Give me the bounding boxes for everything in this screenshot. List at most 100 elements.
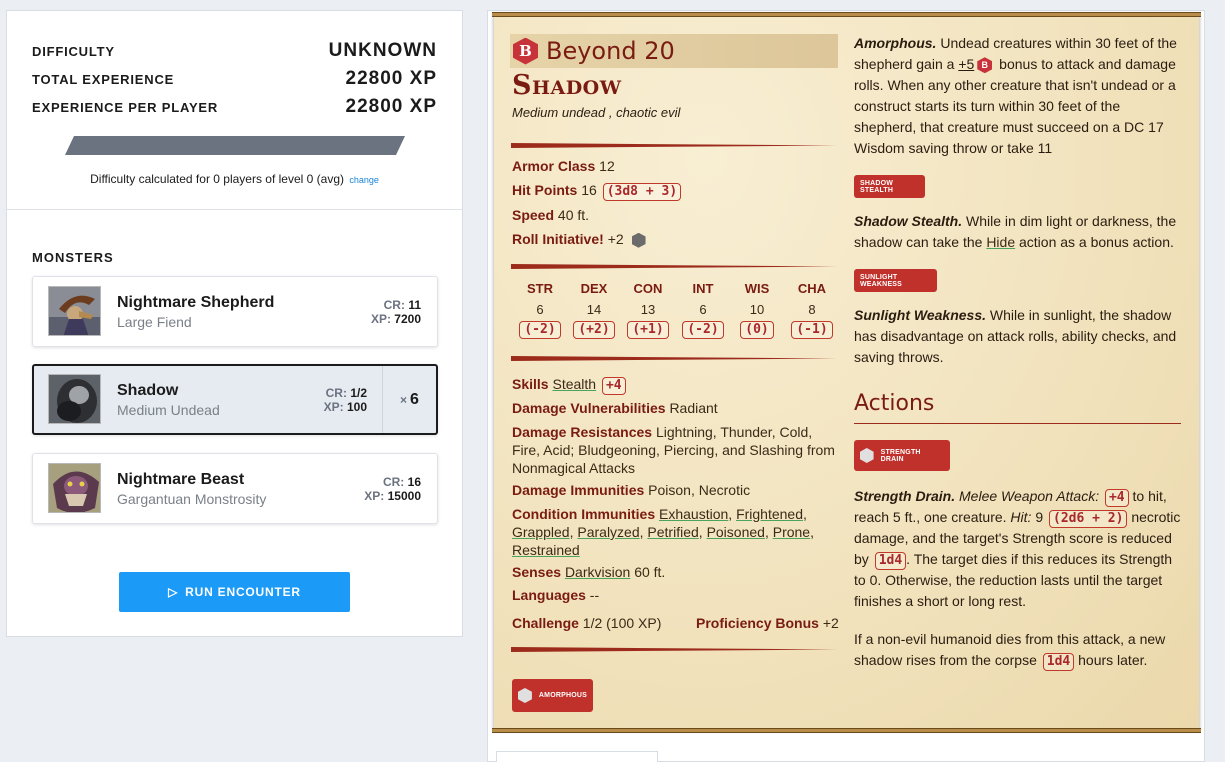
xp-key: XP: bbox=[364, 489, 385, 503]
beyond20-logo-icon: B bbox=[513, 37, 538, 65]
stat-block-top-border bbox=[492, 12, 1201, 17]
challenge-line: Challenge 1/2 (100 XP) bbox=[512, 615, 661, 631]
monster-subtitle: Medium undead , chaotic evil bbox=[512, 105, 681, 120]
beyond20-roll-icon[interactable]: B bbox=[977, 57, 993, 74]
armor-class-label: Armor Class bbox=[512, 158, 596, 174]
monster-type: Gargantuan Monstrosity bbox=[117, 491, 267, 507]
ability-mod-roll[interactable]: (+1) bbox=[627, 321, 669, 339]
quantity-box[interactable]: × 6 bbox=[382, 366, 436, 433]
actions-heading: Actions bbox=[854, 391, 935, 416]
ability-name: WIS bbox=[744, 281, 770, 296]
xp-value: 7200 bbox=[394, 312, 421, 326]
action-title: Strength Drain. bbox=[854, 488, 956, 504]
trait-title: Amorphous. bbox=[854, 35, 937, 51]
action-text: hours later. bbox=[1078, 652, 1148, 668]
rise-roll[interactable]: 1d4 bbox=[1042, 653, 1075, 671]
languages-value: -- bbox=[589, 587, 600, 603]
ability-name: CHA bbox=[797, 281, 827, 296]
condition-link[interactable]: Exhaustion bbox=[659, 506, 728, 522]
condition-link[interactable]: Grappled bbox=[512, 524, 570, 540]
initiative-value: +2 bbox=[607, 231, 624, 247]
quantity-multiplier: × bbox=[400, 392, 408, 407]
ability-name: INT bbox=[692, 281, 714, 296]
change-link[interactable]: change bbox=[349, 175, 379, 185]
beyond20-title: Beyond 20 bbox=[546, 37, 675, 65]
skills-label: Skills bbox=[512, 376, 549, 392]
monster-title: Shadow bbox=[512, 70, 622, 101]
ability-mod-roll[interactable]: (-2) bbox=[682, 321, 724, 339]
shadow-stealth-button[interactable]: SHADOW STEALTH bbox=[854, 175, 925, 198]
monster-avatar bbox=[48, 286, 101, 336]
darkvision-link[interactable]: Darkvision bbox=[565, 564, 630, 580]
taper-divider bbox=[511, 356, 837, 361]
ability-mod-roll[interactable]: (+2) bbox=[573, 321, 615, 339]
amorphous-button[interactable]: AMORPHOUS bbox=[512, 679, 593, 712]
ability-mod-roll[interactable]: (0) bbox=[740, 321, 774, 339]
ability-cha: CHA 8 (-1) bbox=[790, 281, 834, 339]
monster-xp: XP: 15000 bbox=[364, 489, 421, 503]
challenge-label: Challenge bbox=[512, 615, 579, 631]
cr-value: 11 bbox=[408, 298, 421, 312]
condition-link[interactable]: Frightened bbox=[736, 506, 803, 522]
divider bbox=[7, 209, 462, 210]
immunities-line: Damage Immunities Poison, Necrotic bbox=[512, 482, 750, 498]
strength-drain-button[interactable]: STRENGTH DRAIN bbox=[854, 440, 950, 471]
hit-points-roll[interactable]: (3d8 + 3) bbox=[602, 183, 682, 201]
condition-link[interactable]: Paralyzed bbox=[577, 524, 639, 540]
taper-divider bbox=[511, 647, 837, 652]
ability-score: 13 bbox=[640, 302, 656, 317]
trait-shadow-stealth: Shadow Stealth. While in dim light or da… bbox=[854, 211, 1182, 253]
ability-score: 14 bbox=[586, 302, 602, 317]
xp-key: XP: bbox=[370, 312, 391, 326]
skill-stealth-link[interactable]: Stealth bbox=[552, 376, 596, 392]
monster-card-shadow[interactable]: Shadow Medium Undead CR: 1/2 XP: 100 × 6 bbox=[32, 364, 438, 435]
reduce-roll[interactable]: 1d4 bbox=[874, 552, 907, 570]
total-xp-label: TOTAL EXPERIENCE bbox=[32, 72, 175, 87]
strength-drain-button-label: STRENGTH DRAIN bbox=[880, 448, 921, 463]
monsters-heading: MONSTERS bbox=[32, 250, 114, 265]
ability-mod-roll[interactable]: (-1) bbox=[791, 321, 833, 339]
ability-score: 8 bbox=[808, 302, 816, 317]
trait-text: action as a bonus action. bbox=[1019, 234, 1174, 250]
trait-amorphous: Amorphous. Undead creatures within 30 fe… bbox=[854, 33, 1182, 159]
attack-type: Melee Weapon Attack: bbox=[959, 488, 1100, 504]
to-hit-roll[interactable]: +4 bbox=[1104, 489, 1129, 507]
hide-link[interactable]: Hide bbox=[986, 234, 1015, 250]
vulnerabilities-value: Radiant bbox=[669, 400, 718, 416]
monster-type: Medium Undead bbox=[117, 402, 220, 418]
armor-class-line: Armor Class 12 bbox=[512, 158, 615, 174]
monster-name: Nightmare Beast bbox=[117, 471, 245, 488]
trait-sunlight-weakness: Sunlight Weakness. While in sunlight, th… bbox=[854, 305, 1182, 368]
hit-label: Hit: bbox=[1010, 509, 1032, 525]
ability-name: CON bbox=[633, 281, 663, 296]
condition-link[interactable]: Poisoned bbox=[707, 524, 765, 540]
proficiency-line: Proficiency Bonus +2 bbox=[696, 615, 839, 631]
total-xp-value: 22800 XP bbox=[345, 68, 437, 89]
ability-score: 6 bbox=[699, 302, 707, 317]
per-player-xp-row: EXPERIENCE PER PLAYER 22800 XP bbox=[32, 96, 437, 118]
trait-title: Sunlight Weakness. bbox=[854, 307, 986, 323]
cr-value: 16 bbox=[407, 475, 421, 489]
run-encounter-button[interactable]: ▷ RUN ENCOUNTER bbox=[119, 572, 350, 612]
dice-icon bbox=[518, 688, 532, 703]
condition-link[interactable]: Restrained bbox=[512, 542, 580, 558]
cr-key: CR: bbox=[382, 475, 405, 489]
sunlight-weakness-button[interactable]: SUNLIGHT WEAKNESS bbox=[854, 269, 937, 292]
run-encounter-label: RUN ENCOUNTER bbox=[185, 585, 301, 599]
damage-roll[interactable]: (2d6 + 2) bbox=[1049, 510, 1128, 528]
ability-str: STR 6 (-2) bbox=[518, 281, 562, 339]
ability-dex: DEX 14 (+2) bbox=[572, 281, 616, 339]
condition-link[interactable]: Prone bbox=[773, 524, 810, 540]
ability-mod-roll[interactable]: (-2) bbox=[519, 321, 561, 339]
proficiency-value: +2 bbox=[822, 615, 839, 631]
dice-icon[interactable] bbox=[631, 232, 646, 248]
monster-card-nightmare-shepherd[interactable]: Nightmare Shepherd Large Fiend CR: 11 XP… bbox=[32, 276, 438, 347]
condition-link[interactable]: Petrified bbox=[647, 524, 698, 540]
monster-card-nightmare-beast[interactable]: Nightmare Beast Gargantuan Monstrosity C… bbox=[32, 453, 438, 524]
condition-immunities-block: Condition Immunities Exhaustion, Frighte… bbox=[512, 506, 814, 558]
skill-stealth-roll[interactable]: +4 bbox=[601, 377, 626, 395]
resistances-block: Damage Resistances Lightning, Thunder, C… bbox=[512, 423, 838, 477]
cr-key: CR: bbox=[383, 298, 405, 312]
quantity-value: 6 bbox=[410, 390, 419, 408]
initiative-label[interactable]: Roll Initiative! bbox=[512, 231, 604, 247]
